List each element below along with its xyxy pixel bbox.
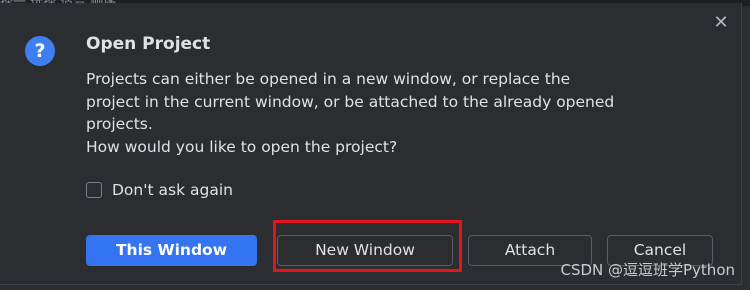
watermark: CSDN @逗逗班学Python: [560, 261, 735, 279]
dont-ask-again-label[interactable]: Don't ask again: [112, 181, 233, 199]
new-window-button[interactable]: New Window: [277, 235, 453, 266]
message-line: projects.: [86, 115, 153, 133]
dont-ask-again-checkbox-row[interactable]: Don't ask again: [86, 180, 233, 200]
message-line: project in the current window, or be att…: [86, 92, 615, 111]
this-window-button[interactable]: This Window: [86, 235, 257, 266]
question-icon: ?: [25, 36, 55, 66]
dont-ask-again-checkbox[interactable]: [86, 182, 102, 198]
screen: 择一 选择 适合 顺序 ✕ ? Open Project Projects ca…: [0, 0, 750, 290]
open-project-dialog: ✕ ? Open Project Projects can either be …: [0, 3, 742, 285]
close-icon[interactable]: ✕: [711, 13, 731, 33]
dialog-title: Open Project: [86, 34, 211, 54]
message-line: How would you like to open the project?: [86, 137, 398, 156]
message-line: Projects can either be opened in a new w…: [86, 70, 571, 88]
dialog-message: Projects can either be opened in a new w…: [86, 68, 686, 158]
